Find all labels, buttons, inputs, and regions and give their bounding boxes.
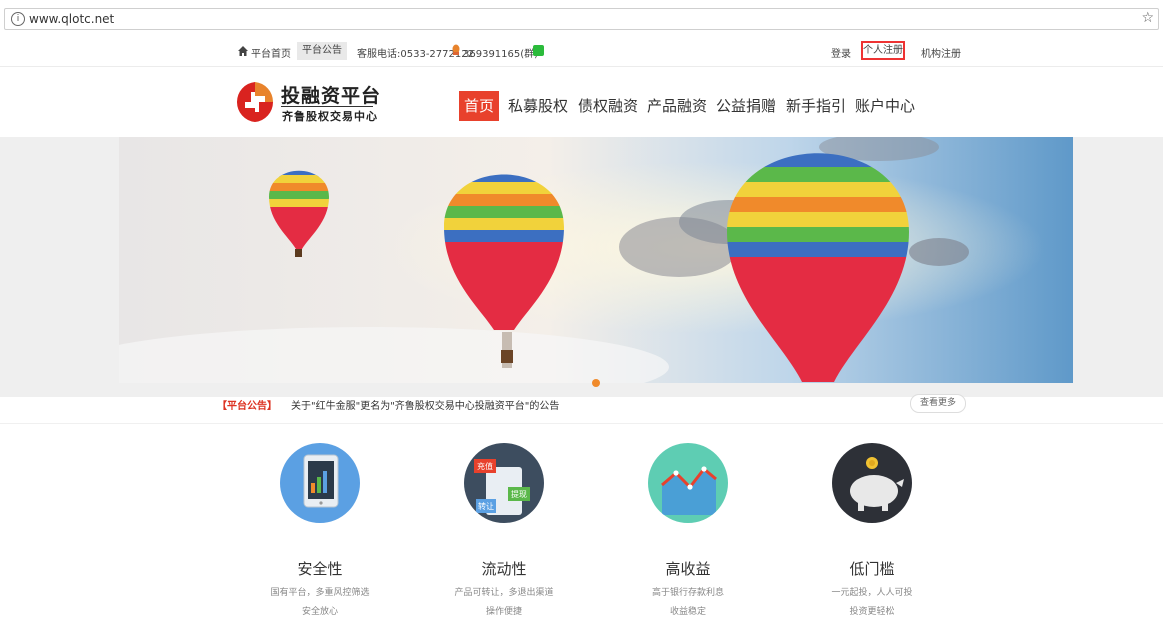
logo-subtitle: 齐鲁股权交易中心 bbox=[282, 110, 378, 123]
url-text[interactable]: www.qlotc.net bbox=[29, 12, 114, 26]
logo-underline bbox=[281, 106, 373, 107]
feature-security: 安全性 国有平台，多重风控筛选 安全放心 bbox=[240, 443, 400, 617]
wechat-icon[interactable] bbox=[533, 45, 544, 56]
banner-side bbox=[1073, 137, 1163, 397]
qq-group-link[interactable]: 369391165(群) bbox=[463, 45, 538, 60]
feature-desc: 投资更轻松 bbox=[849, 607, 895, 617]
banner-bottom-strip bbox=[0, 383, 1163, 397]
info-icon[interactable]: i bbox=[11, 12, 25, 26]
feature-desc: 收益稳定 bbox=[669, 607, 706, 617]
logo-icon[interactable] bbox=[237, 82, 273, 122]
feature-liquidity: 充值 提现 转让 流动性 产品可转让，多退出渠道 操作便捷 bbox=[424, 443, 584, 617]
tag-recharge: 充值 bbox=[477, 461, 493, 471]
feature-desc: 操作便捷 bbox=[485, 607, 522, 617]
notice-label: 【平台公告】 bbox=[217, 401, 277, 412]
notice-link[interactable]: 关于"红牛金服"更名为"齐鲁股权交易中心投融资平台"的公告 bbox=[291, 397, 559, 412]
nav-item-private-equity[interactable]: 私募股权 bbox=[508, 91, 568, 121]
home-icon bbox=[238, 46, 248, 56]
feature-desc: 高于银行存款利息 bbox=[651, 588, 724, 598]
feature-title: 流动性 bbox=[481, 560, 527, 578]
top-utility-bar: 平台首页 平台公告 客服电话:0533-2772122 369391165(群)… bbox=[0, 40, 1163, 64]
hot-air-balloons-image bbox=[119, 137, 1073, 383]
more-button[interactable]: 查看更多 bbox=[910, 394, 966, 413]
feature-low-threshold: 低门槛 一元起投，人人可投 投资更轻松 bbox=[792, 443, 952, 617]
feature-desc: 国有平台，多重风控筛选 bbox=[270, 588, 370, 598]
carousel-dot-active[interactable] bbox=[592, 379, 600, 387]
feature-title: 高收益 bbox=[665, 560, 711, 578]
notice-tab[interactable]: 平台公告 bbox=[297, 42, 347, 60]
logo-title[interactable]: 投融资平台 bbox=[281, 81, 381, 108]
tag-transfer: 转让 bbox=[478, 501, 494, 511]
nav-item-home[interactable]: 首页 bbox=[459, 91, 500, 121]
bookmark-star-icon[interactable]: ☆ bbox=[1141, 10, 1154, 26]
nav-item-donation[interactable]: 公益捐赠 bbox=[716, 91, 776, 121]
login-link[interactable]: 登录 bbox=[831, 45, 851, 60]
nav-item-account[interactable]: 账户中心 bbox=[855, 91, 915, 121]
address-bar[interactable]: i www.qlotc.net ☆ bbox=[4, 8, 1159, 30]
feature-title: 安全性 bbox=[297, 560, 343, 578]
feature-title: 低门槛 bbox=[849, 560, 895, 578]
home-link[interactable]: 平台首页 bbox=[251, 45, 291, 60]
feature-desc: 产品可转让，多退出渠道 bbox=[454, 588, 554, 598]
divider bbox=[0, 423, 1163, 424]
feature-high-yield: 高收益 高于银行存款利息 收益稳定 bbox=[608, 443, 768, 617]
qq-icon bbox=[452, 44, 460, 55]
divider bbox=[0, 66, 1163, 67]
nav-item-product-financing[interactable]: 产品融资 bbox=[647, 91, 707, 121]
exchange-icon: 充值 提现 转让 bbox=[464, 443, 544, 523]
register-personal-link[interactable]: 个人注册 bbox=[861, 41, 905, 60]
register-org-link[interactable]: 机构注册 bbox=[921, 45, 961, 60]
tablet-chart-icon bbox=[280, 443, 360, 523]
piggy-bank-icon bbox=[832, 443, 912, 523]
feature-desc: 安全放心 bbox=[301, 607, 338, 617]
nav-item-guide[interactable]: 新手指引 bbox=[786, 91, 846, 121]
growth-chart-icon bbox=[648, 443, 728, 523]
banner-side bbox=[0, 137, 119, 397]
feature-desc: 一元起投，人人可投 bbox=[831, 588, 913, 598]
nav-item-debt-financing[interactable]: 债权融资 bbox=[578, 91, 638, 121]
tag-withdraw: 提现 bbox=[511, 489, 527, 499]
hero-banner[interactable] bbox=[119, 137, 1073, 383]
